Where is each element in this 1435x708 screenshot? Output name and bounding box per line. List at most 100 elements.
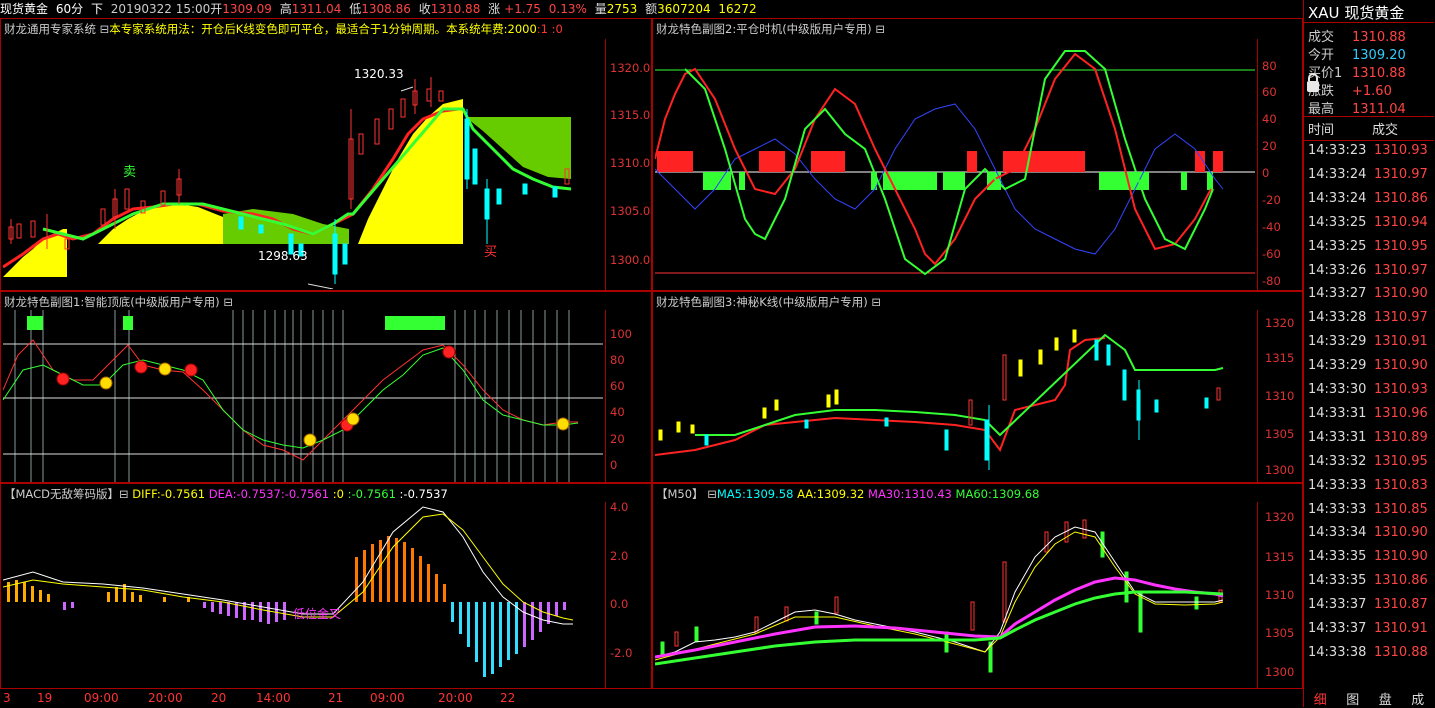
macd-panel[interactable]: 【MACD无敌筹码版】⊟ DIFF:-0.7561 DEA:-0.7537:-0… xyxy=(0,483,652,689)
sub3-wicks-red xyxy=(968,354,1221,426)
tab-trades[interactable]: 成 xyxy=(1411,689,1424,708)
tick-price: 1310.90 xyxy=(1374,358,1428,374)
ma-magenta-line xyxy=(655,576,1224,659)
tick-time: 14:33:33 xyxy=(1308,477,1367,493)
amt-value: 3607204 xyxy=(657,2,711,16)
low-note-line xyxy=(307,283,334,289)
quote-code: XAU xyxy=(1308,4,1340,22)
sub1-red-line xyxy=(3,339,578,461)
ma-panel[interactable]: 【M50】 ⊟MA5:1309.58 AA:1309.32 MA30:1310.… xyxy=(652,483,1303,689)
main-kline-panel[interactable]: 财龙通用专家系统 ⊟本专家系统用法：开仓后K线变色即可平仓，最适合于1分钟周期。… xyxy=(0,18,652,291)
macd-down-bars-cyan xyxy=(451,602,518,677)
buy-signal: 买 xyxy=(484,245,498,260)
tick-row: 14:33:24 1310.97 xyxy=(1308,167,1428,182)
tab-chart[interactable]: 图 xyxy=(1346,689,1359,708)
macd-a: :-0.7561 xyxy=(280,487,330,501)
open-value: 1309.09 xyxy=(222,2,272,16)
sub2-ytick: -80 xyxy=(1262,274,1281,288)
sub3-ytick: 1320 xyxy=(1265,316,1295,330)
macd-dea: DEA:-0.7537 xyxy=(208,487,281,501)
quote-row: 最高 1311.04 xyxy=(1308,98,1406,117)
green-area-2 xyxy=(468,117,571,179)
tick-time: 14:33:25 xyxy=(1308,214,1367,230)
main-title-text: 财龙通用专家系统 ⊟ xyxy=(4,22,110,36)
lock-icon[interactable] xyxy=(1304,72,1322,94)
sub3-panel[interactable]: 财龙特色副图3:神秘K线(中级版用户专用) ⊟ 1320 1315 1310 1… xyxy=(652,291,1303,483)
direction: 下 xyxy=(90,2,103,16)
high-label: 高 xyxy=(279,2,292,16)
sub3-ytick: 1315 xyxy=(1265,351,1295,365)
x-label: 14:00 xyxy=(256,691,291,705)
tick-row: 14:33:28 1310.97 xyxy=(1308,310,1428,325)
tick-row: 14:33:31 1310.96 xyxy=(1308,406,1428,421)
macd-b: :0 xyxy=(332,487,344,501)
bottom-tabs: 细 图 盘 成 xyxy=(1304,689,1434,708)
tick-row: 14:33:29 1310.90 xyxy=(1308,358,1428,373)
tab-board[interactable]: 盘 xyxy=(1379,689,1392,708)
quote-key: 成交 xyxy=(1308,30,1335,45)
tick-price: 1310.87 xyxy=(1374,597,1428,613)
tick-time: 14:33:35 xyxy=(1308,573,1367,589)
sub2-red-line xyxy=(655,52,1212,266)
sub2-y-axis-line xyxy=(1257,39,1258,291)
tick-price: 1310.90 xyxy=(1374,525,1428,541)
tick-price: 1310.95 xyxy=(1374,238,1428,254)
symbol-name[interactable]: 现货黄金 xyxy=(0,2,48,16)
tab-detail[interactable]: 细 xyxy=(1314,689,1327,708)
tick-price: 1310.91 xyxy=(1374,621,1428,636)
tick-row: 14:33:37 1310.87 xyxy=(1308,597,1428,612)
col-time: 时间 xyxy=(1308,123,1335,138)
tick-price: 1310.86 xyxy=(1374,573,1428,589)
ma-chart-svg xyxy=(655,519,1224,673)
tick-time: 14:33:27 xyxy=(1308,286,1367,302)
tick-time: 14:33:28 xyxy=(1308,310,1367,326)
macd-title-text: 【MACD无敌筹码版】⊟ xyxy=(4,487,129,501)
sub3-ytick: 1300 xyxy=(1265,463,1295,477)
change-value: +1.75 xyxy=(504,2,541,16)
ma-green-line xyxy=(655,590,1224,666)
period[interactable]: 60分 xyxy=(56,2,83,16)
ma5-value: MA5:1309.58 xyxy=(716,487,794,501)
ma-ytick: 1320 xyxy=(1265,510,1295,524)
ma-ytick: 1310 xyxy=(1265,588,1295,602)
main-panel-title: 财龙通用专家系统 ⊟本专家系统用法：开仓后K线变色即可平仓，最适合于1分钟周期。… xyxy=(4,21,563,37)
tick-time: 14:33:29 xyxy=(1308,358,1367,374)
sub2-ytick: -20 xyxy=(1262,193,1281,207)
quote-val: 1309.20 xyxy=(1352,48,1406,63)
tick-row: 14:33:25 1310.95 xyxy=(1308,239,1428,254)
tick-row: 14:33:37 1310.91 xyxy=(1308,621,1428,636)
tick-time: 14:33:33 xyxy=(1308,501,1367,517)
x-label: 20 xyxy=(211,691,227,705)
tick-row: 14:33:35 1310.86 xyxy=(1308,573,1428,588)
tick-time: 14:33:29 xyxy=(1308,334,1367,350)
main-ytick: 1310.0 xyxy=(610,156,651,170)
tick-price: 1310.93 xyxy=(1374,143,1428,158)
datetime: 20190322 15:00 xyxy=(110,2,211,16)
extra-value: 16272 xyxy=(718,2,757,16)
x-label: 21 xyxy=(328,691,344,705)
tick-price: 1310.94 xyxy=(1374,214,1428,230)
sub2-ytick: 40 xyxy=(1262,112,1277,126)
tick-row: 14:33:31 1310.89 xyxy=(1308,430,1428,445)
sub1-panel[interactable]: 财龙特色副图1:智能顶底(中级版用户专用) ⊟ 100 80 60 40 20 … xyxy=(0,291,652,483)
sub1-red-markers xyxy=(56,345,456,432)
macd-ytick: 2.0 xyxy=(610,549,629,563)
sub3-green-line xyxy=(695,333,1224,437)
tick-row: 14:33:38 1310.88 xyxy=(1308,645,1428,660)
tick-row: 14:33:23 1310.93 xyxy=(1308,143,1428,158)
macd-ytick: 0.0 xyxy=(610,597,629,611)
sub2-panel[interactable]: 财龙特色副图2:平仓时机(中级版用户专用) ⊟ 80 60 40 20 0 -2… xyxy=(652,18,1303,291)
tick-row: 14:33:26 1310.97 xyxy=(1308,263,1428,278)
quote-row: 买价1 1310.88 xyxy=(1308,62,1406,81)
tick-price: 1310.93 xyxy=(1374,382,1428,397)
ma-y-axis-line xyxy=(1257,502,1258,688)
main-flag1: :1 xyxy=(536,22,548,36)
quote-header: XAU 现货黄金 xyxy=(1308,2,1404,23)
main-flag2: :0 xyxy=(551,22,563,36)
aa-value: AA:1309.32 xyxy=(797,487,865,501)
tick-row: 14:33:33 1310.85 xyxy=(1308,502,1428,517)
low-value: 1308.86 xyxy=(361,2,411,16)
change-label: 涨 xyxy=(488,2,501,16)
x-label: 09:00 xyxy=(370,691,405,705)
sub1-vlines xyxy=(14,310,570,482)
